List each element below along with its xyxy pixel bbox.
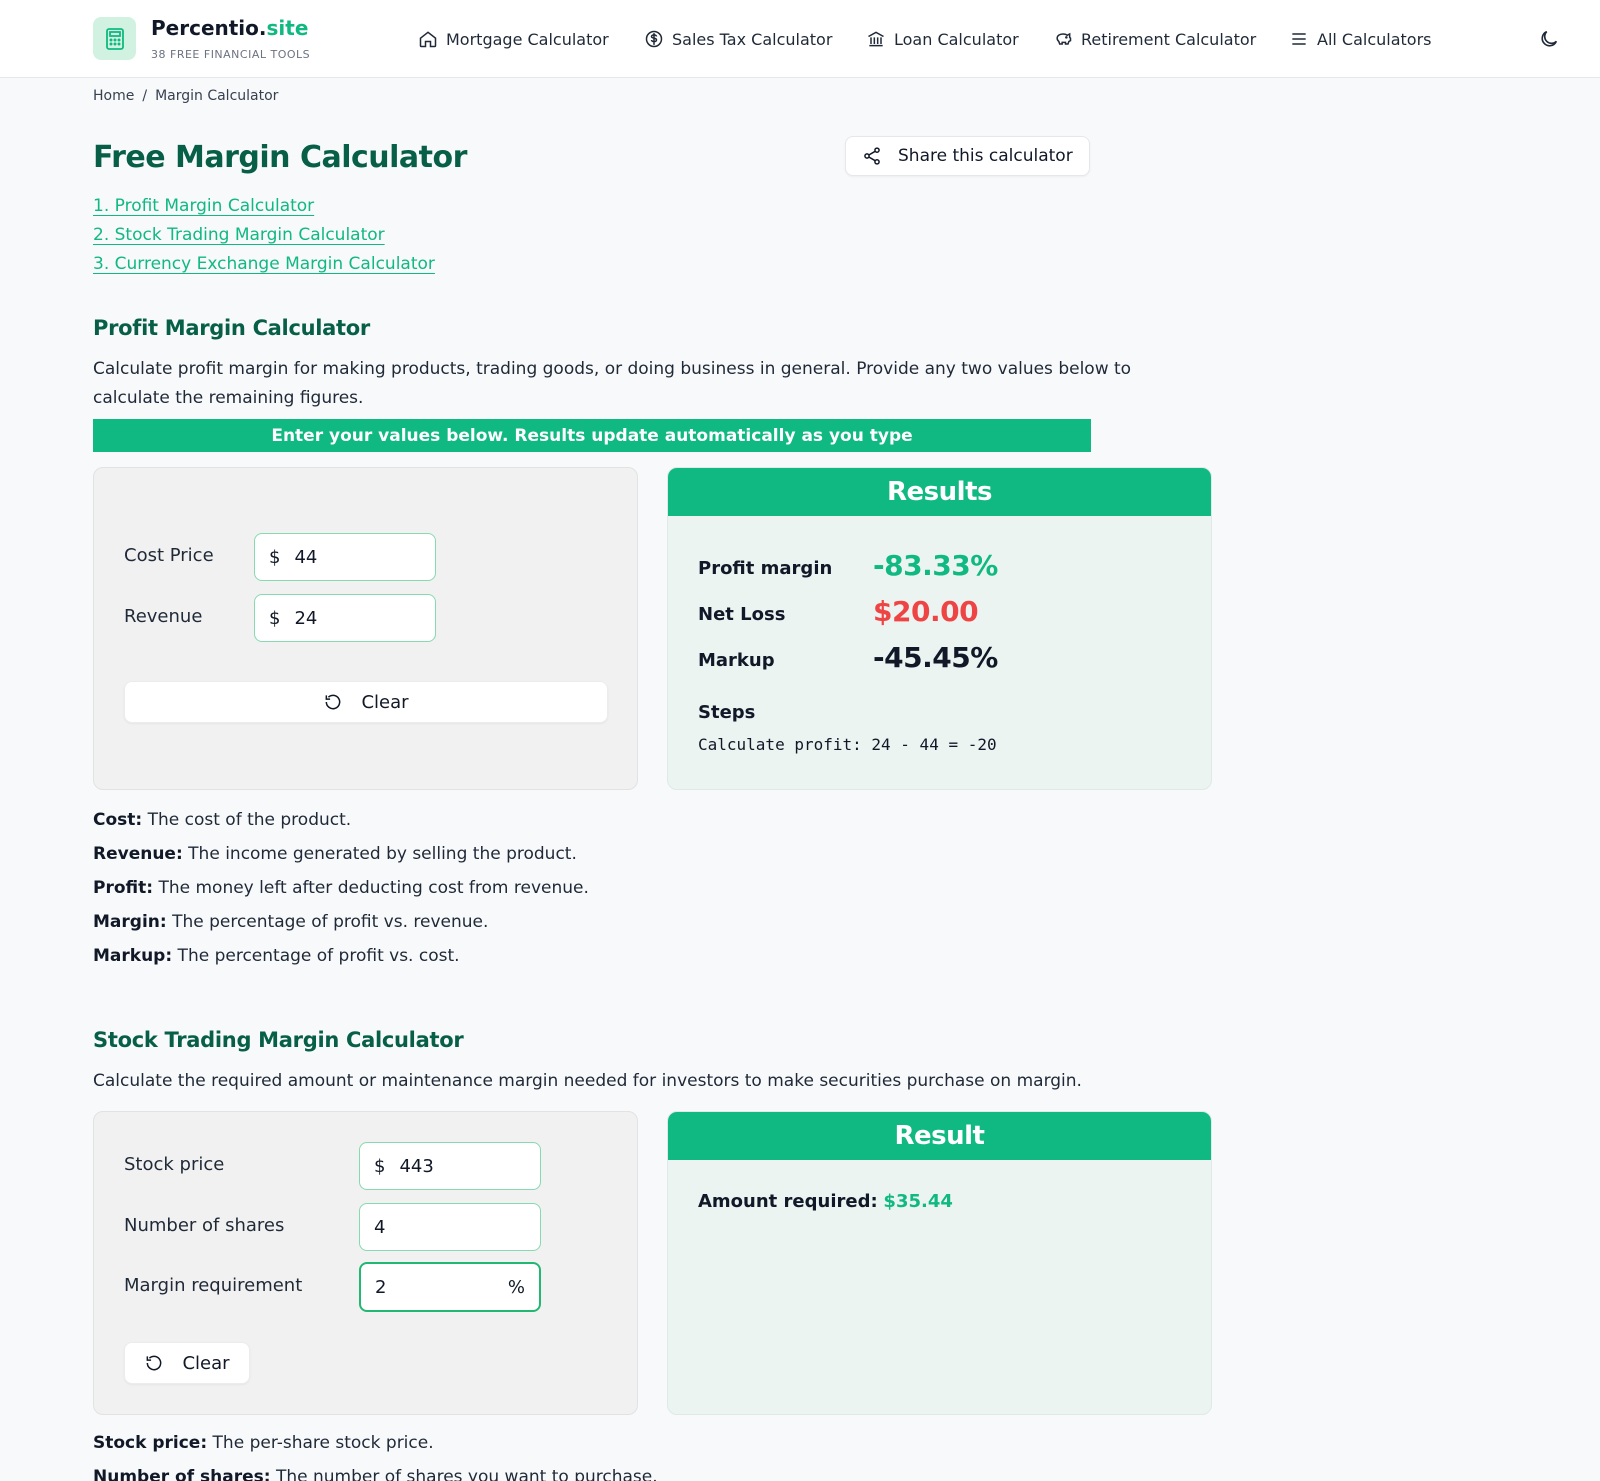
steps-calculation: Calculate profit: 24 - 44 = -20: [698, 735, 997, 754]
site-header: Percentio.site 38 FREE FINANCIAL TOOLS M…: [0, 0, 1600, 78]
margin-requirement-value: 2: [375, 1276, 387, 1298]
reset-icon: [147, 1355, 162, 1371]
currency-prefix: $: [269, 607, 281, 629]
stock-section-description: Calculate the required amount or mainten…: [93, 1071, 1082, 1091]
definition-item: Stock price: The per-share stock price.: [93, 1433, 434, 1453]
definition-item: Revenue: The income generated by selling…: [93, 844, 577, 864]
profit-definitions: Cost: The cost of the product. Revenue: …: [93, 808, 589, 978]
table-of-contents: 1. Profit Margin Calculator 2. Stock Tra…: [93, 194, 435, 281]
dark-mode-toggle-icon[interactable]: [1538, 28, 1560, 50]
definition-item: Margin: The percentage of profit vs. rev…: [93, 912, 489, 932]
nav-sales-tax-calculator[interactable]: Sales Tax Calculator: [644, 28, 832, 50]
number-of-shares-input[interactable]: 4: [359, 1203, 541, 1251]
definition-item: Cost: The cost of the product.: [93, 810, 352, 830]
amount-required-row: Amount required: $35.44: [698, 1191, 953, 1212]
profit-margin-value: -83.33%: [873, 549, 998, 582]
results-heading: Results: [668, 468, 1211, 516]
breadcrumb-home[interactable]: Home: [93, 88, 134, 104]
brand-tagline: 38 FREE FINANCIAL TOOLS: [151, 48, 311, 61]
reset-icon: [326, 694, 341, 710]
margin-requirement-input[interactable]: 2 %: [359, 1262, 541, 1312]
stock-price-input[interactable]: $ 443: [359, 1142, 541, 1190]
revenue-input[interactable]: $ 24: [254, 594, 436, 642]
steps-label: Steps: [698, 702, 756, 723]
share-icon: [864, 147, 880, 165]
nav-loan-calculator[interactable]: Loan Calculator: [866, 28, 1019, 50]
breadcrumb: Home / Margin Calculator: [93, 88, 278, 104]
definition-item: Markup: The percentage of profit vs. cos…: [93, 946, 460, 966]
breadcrumb-separator: /: [142, 88, 148, 104]
stock-price-label: Stock price: [124, 1154, 225, 1175]
markup-label: Markup: [698, 650, 775, 671]
toc-link-stock-trading[interactable]: 2. Stock Trading Margin Calculator: [93, 223, 435, 252]
number-of-shares-value: 4: [374, 1216, 386, 1238]
home-icon: [419, 31, 437, 48]
dollar-circle-icon: [645, 30, 663, 48]
currency-prefix: $: [269, 546, 281, 568]
breadcrumb-current: Margin Calculator: [155, 88, 279, 104]
revenue-label: Revenue: [124, 606, 203, 627]
menu-icon: [1292, 33, 1306, 45]
result-heading: Result: [668, 1112, 1211, 1160]
bank-icon: [868, 31, 884, 47]
amount-required-value: $35.44: [883, 1191, 953, 1212]
piggy-bank-icon: [1056, 32, 1072, 45]
profit-margin-label: Profit margin: [698, 558, 833, 579]
nav-retirement-calculator[interactable]: Retirement Calculator: [1053, 28, 1256, 50]
cost-price-input[interactable]: $ 44: [254, 533, 436, 581]
net-loss-value: $20.00: [873, 595, 979, 628]
instruction-banner: Enter your values below. Results update …: [93, 419, 1091, 452]
stock-price-value: 443: [399, 1155, 434, 1177]
margin-requirement-label: Margin requirement: [124, 1275, 303, 1296]
toc-link-currency-exchange[interactable]: 3. Currency Exchange Margin Calculator: [93, 252, 435, 281]
calculator-logo-icon[interactable]: [93, 17, 136, 60]
toc-link-profit-margin[interactable]: 1. Profit Margin Calculator: [93, 194, 435, 223]
profit-section-description: Calculate profit margin for making produ…: [93, 359, 1132, 408]
stock-clear-button[interactable]: Clear: [124, 1342, 250, 1384]
profit-clear-button[interactable]: Clear: [124, 681, 608, 723]
stock-result-card: Result Amount required: $35.44: [667, 1111, 1212, 1415]
currency-prefix: $: [374, 1155, 386, 1177]
cost-price-label: Cost Price: [124, 545, 214, 566]
revenue-value: 24: [294, 607, 318, 629]
nav-mortgage-calculator[interactable]: Mortgage Calculator: [418, 28, 609, 50]
number-of-shares-label: Number of shares: [124, 1215, 285, 1236]
page-title: Free Margin Calculator: [93, 140, 467, 175]
markup-value: -45.45%: [873, 641, 998, 674]
share-button[interactable]: Share this calculator: [845, 136, 1090, 176]
profit-results-card: Results Profit margin -83.33% Net Loss $…: [667, 467, 1212, 790]
stock-input-card: Stock price $ 443 Number of shares 4 Mar…: [93, 1111, 638, 1415]
stock-definitions: Stock price: The per-share stock price. …: [93, 1431, 658, 1481]
profit-section-title: Profit Margin Calculator: [93, 316, 370, 340]
definition-item: Profit: The money left after deducting c…: [93, 878, 589, 898]
brand-name[interactable]: Percentio.site: [151, 16, 308, 40]
stock-section-title: Stock Trading Margin Calculator: [93, 1028, 464, 1052]
percent-suffix: %: [507, 1276, 525, 1298]
cost-price-value: 44: [294, 546, 318, 568]
nav-all-calculators[interactable]: All Calculators: [1289, 28, 1432, 50]
amount-required-label: Amount required:: [698, 1191, 878, 1212]
net-loss-label: Net Loss: [698, 604, 786, 625]
definition-item: Number of shares: The number of shares y…: [93, 1467, 658, 1481]
profit-input-card: Cost Price $ 44 Revenue $ 24 Clear: [93, 467, 638, 790]
